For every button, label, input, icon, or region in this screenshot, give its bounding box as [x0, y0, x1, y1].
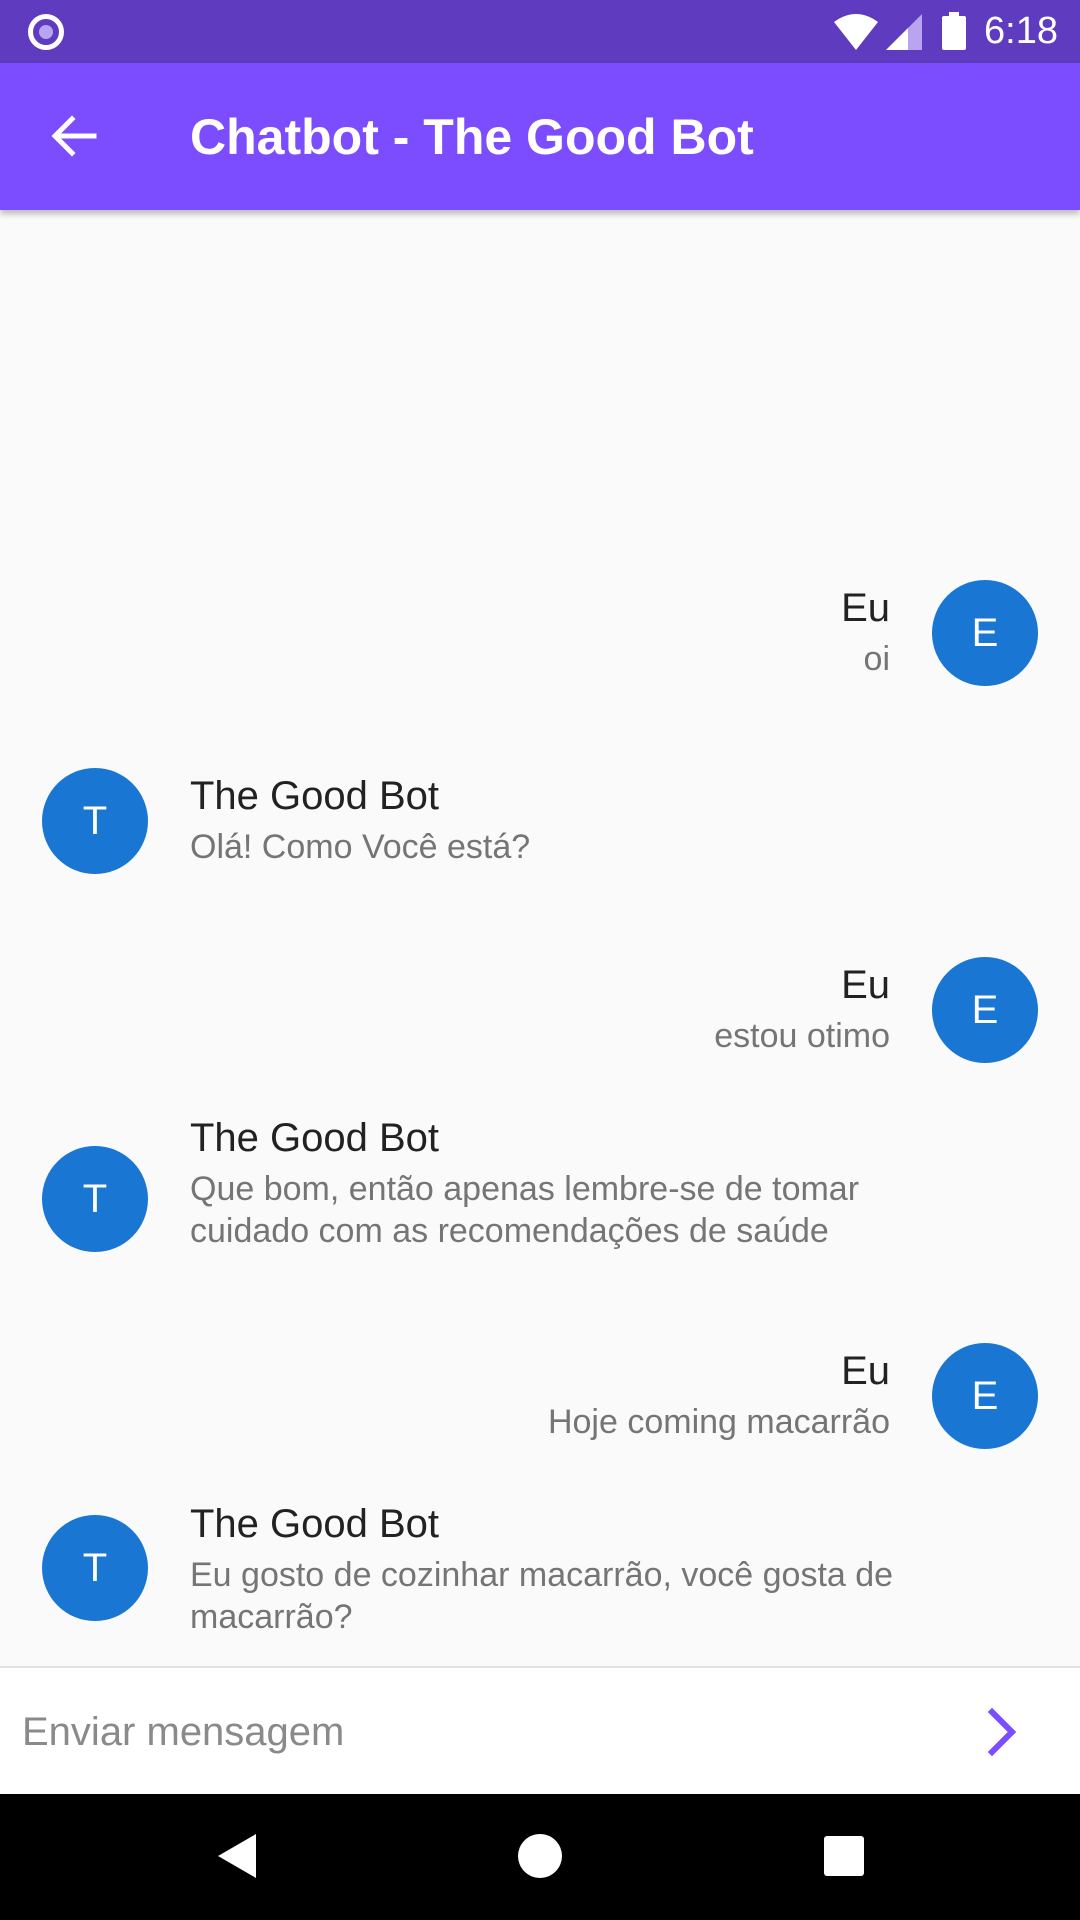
message-text: Que bom, então apenas lembre-se de tomar… — [190, 1170, 860, 1250]
avatar: T — [42, 768, 148, 874]
back-triangle-icon[interactable] — [206, 1826, 266, 1886]
avatar: T — [42, 1146, 148, 1252]
message-text: oi — [863, 640, 890, 678]
message-sender: Eu — [841, 586, 890, 630]
message-text: Hoje coming macarrão — [547, 1403, 890, 1441]
avatar: E — [932, 580, 1038, 686]
message-sender: Eu — [841, 963, 890, 1007]
message-sender: The Good Bot — [190, 1116, 440, 1160]
message-sender: The Good Bot — [190, 774, 440, 818]
wifi-icon — [834, 14, 878, 50]
message-sender: The Good Bot — [190, 1502, 440, 1546]
system-nav-bar — [0, 1794, 1080, 1920]
home-circle-icon[interactable] — [510, 1826, 570, 1886]
battery-icon — [942, 12, 966, 50]
message-text: Olá! Como Você está? — [190, 828, 531, 866]
arrow-back-icon[interactable] — [46, 109, 100, 163]
message-input[interactable] — [22, 1690, 922, 1774]
status-time: 6:18 — [984, 10, 1058, 52]
message-composer — [0, 1666, 1080, 1794]
avatar: T — [42, 1515, 148, 1621]
avatar: E — [932, 1343, 1038, 1449]
notification-icon — [28, 14, 64, 50]
avatar: E — [932, 957, 1038, 1063]
status-bar: 6:18 — [0, 0, 1080, 63]
page-title: Chatbot - The Good Bot — [190, 109, 754, 165]
app-bar: Chatbot - The Good Bot — [0, 63, 1080, 210]
message-text: estou otimo — [714, 1017, 890, 1055]
chat-message-list[interactable]: E Eu oi T The Good Bot Olá! Como Você es… — [0, 210, 1080, 1666]
recents-square-icon[interactable] — [814, 1826, 874, 1886]
signal-icon — [886, 14, 922, 50]
chevron-right-icon[interactable] — [974, 1704, 1030, 1760]
message-text: Eu gosto de cozinhar macarrão, você gost… — [190, 1556, 894, 1636]
message-sender: Eu — [841, 1349, 890, 1393]
